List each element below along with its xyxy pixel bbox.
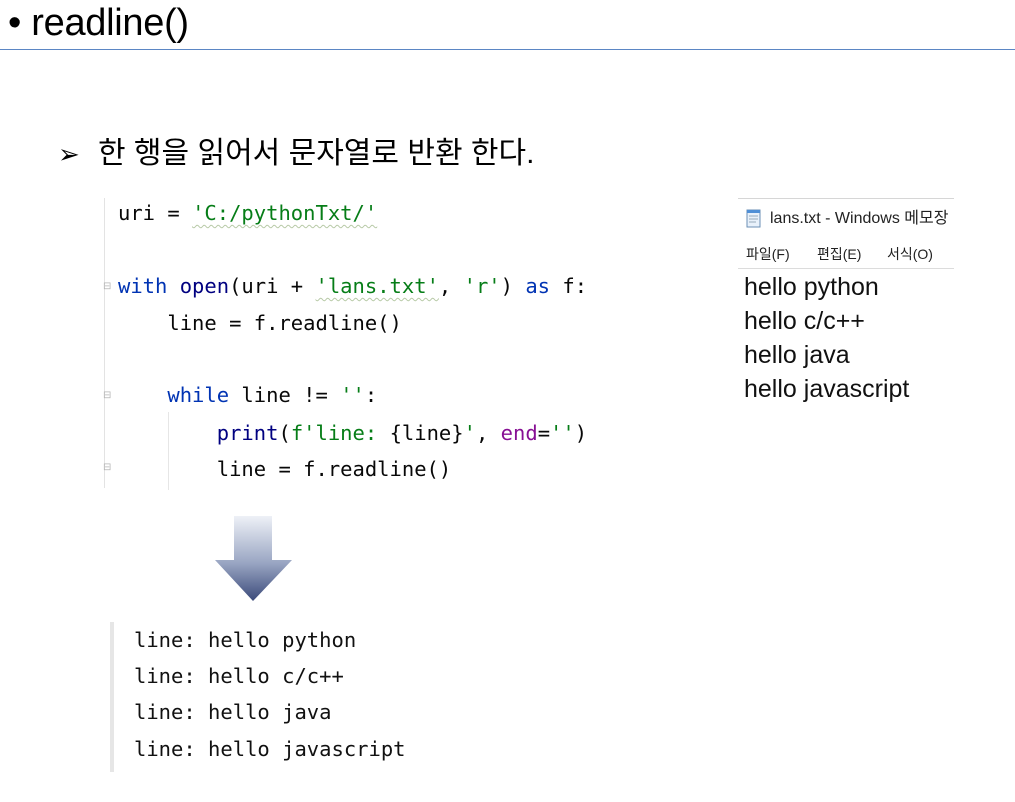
bullet-point: ➢ 한 행을 읽어서 문자열로 반환 한다. — [58, 134, 534, 174]
code-builtin: open — [167, 274, 230, 298]
code-token: , — [475, 421, 501, 445]
code-token: f: — [550, 274, 588, 298]
menu-file[interactable]: 파일(F) — [746, 243, 790, 265]
code-token: {line} — [389, 421, 464, 445]
output-line: line: hello javascript — [134, 737, 406, 761]
code-line-1: uri = 'C:/pythonTxt/' — [118, 200, 377, 226]
output-line: line: hello java — [134, 700, 332, 724]
code-token: uri = — [118, 201, 193, 225]
code-string: 'C:/pythonTxt/' — [192, 201, 378, 225]
code-token: , — [438, 274, 464, 298]
output-line: line: hello python — [134, 628, 357, 652]
bullet-arrow-icon: ➢ — [58, 139, 80, 169]
code-keyword: while — [167, 383, 230, 407]
code-string: '' — [550, 421, 575, 445]
code-line-5: print(f'line: {line}', end='') — [118, 420, 587, 446]
code-token: : — [364, 383, 378, 407]
code-token: ) — [574, 421, 588, 445]
fold-marker-icon[interactable]: ⊟ — [103, 462, 113, 474]
code-string: '' — [340, 383, 365, 407]
down-arrow-icon — [214, 516, 294, 602]
code-param: end — [500, 421, 538, 445]
code-token: ( — [278, 421, 291, 445]
slide-title: • readline() — [8, 2, 189, 44]
code-token: (uri + — [229, 274, 316, 298]
code-string: f'line: — [290, 421, 390, 445]
output-bar — [110, 622, 114, 772]
fold-marker-icon[interactable]: ⊟ — [103, 281, 113, 293]
menu-edit[interactable]: 편집(E) — [817, 243, 861, 265]
code-keyword: with — [118, 274, 168, 298]
code-line-3: line = f.readline() — [118, 311, 402, 335]
notepad-icon — [746, 208, 762, 228]
menu-format[interactable]: 서식(O) — [887, 243, 933, 265]
fold-marker-icon[interactable]: ⊟ — [103, 390, 113, 402]
code-builtin: print — [216, 421, 279, 445]
code-line-6: line = f.readline() — [118, 457, 452, 481]
notepad-title: lans.txt - Windows 메모장 — [770, 210, 949, 227]
code-line-2: with open(uri + 'lans.txt', 'r') as f: — [118, 273, 587, 299]
code-token: = — [537, 421, 551, 445]
code-token: line != — [229, 383, 341, 407]
editor-gutter — [104, 198, 105, 488]
notepad-text-line[interactable]: hello c/c++ — [744, 304, 865, 338]
notepad-text-line[interactable]: hello javascript — [744, 372, 909, 406]
notepad-text-line[interactable]: hello java — [744, 338, 850, 372]
code-line-4: while line != '': — [118, 382, 377, 408]
output-line: line: hello c/c++ — [134, 664, 344, 688]
notepad-text-line[interactable]: hello python — [744, 270, 879, 304]
code-token: ) — [500, 274, 526, 298]
code-keyword: as — [525, 274, 551, 298]
code-string: ' — [463, 421, 476, 445]
code-string: 'r' — [463, 274, 501, 298]
title-rule — [0, 49, 1015, 50]
bullet-text: 한 행을 읽어서 문자열로 반환 한다. — [98, 137, 535, 170]
code-string: 'lans.txt' — [315, 274, 439, 298]
